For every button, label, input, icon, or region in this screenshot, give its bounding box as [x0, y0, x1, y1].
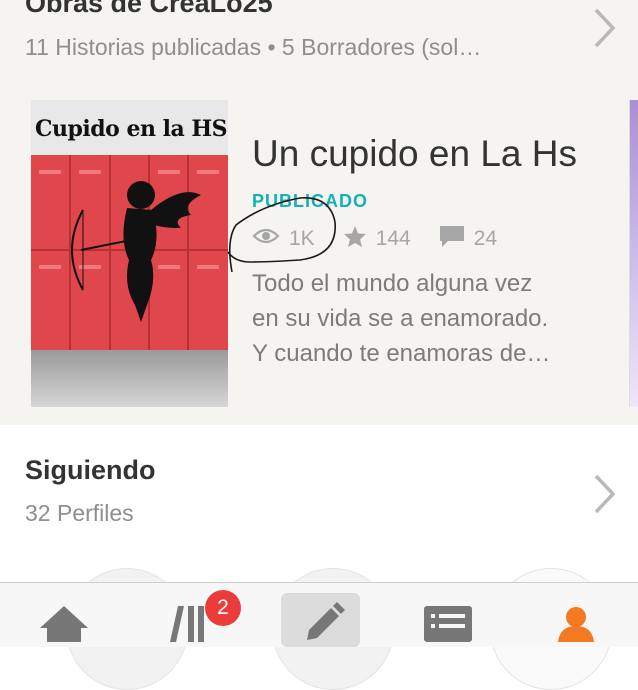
library-badge: 2 — [205, 590, 241, 626]
reads-stat: 1K — [252, 226, 315, 252]
description-line: en su vida se a enamorado. — [252, 305, 549, 332]
chevron-right-icon[interactable] — [588, 6, 618, 50]
tab-write[interactable] — [281, 593, 360, 647]
works-subtitle: 11 Historias publicadas • 5 Borradores (… — [25, 34, 482, 60]
cover-title: Cupido en la HS — [35, 116, 228, 142]
chevron-right-icon[interactable] — [588, 472, 618, 516]
following-subtitle: 32 Perfiles — [25, 500, 134, 526]
description-line: Y cuando te enamoras de… — [252, 340, 551, 367]
votes-stat: 144 — [343, 225, 411, 254]
tab-messages[interactable] — [410, 583, 486, 647]
bottom-tab-bar — [0, 582, 638, 647]
story-stats: 1K 144 24 — [252, 225, 525, 254]
description-line: Todo el mundo alguna vez — [252, 270, 533, 297]
works-section: Obras de CreaLo25 11 Historias publicada… — [0, 0, 638, 425]
star-icon — [343, 225, 376, 254]
status-badge: PUBLICADO — [252, 191, 368, 211]
profile-icon — [550, 602, 602, 647]
pencil-icon — [295, 602, 347, 647]
story-title[interactable]: Un cupido en La Hs — [252, 133, 577, 175]
tab-profile[interactable] — [540, 583, 612, 647]
messages-icon — [422, 602, 474, 647]
votes-count: 144 — [375, 227, 411, 250]
reads-count: 1K — [289, 227, 315, 250]
comments-stat: 24 — [439, 225, 497, 254]
home-icon — [38, 604, 90, 647]
tab-home[interactable] — [28, 583, 100, 647]
story-description: Todo el mundo alguna vez en su vida se a… — [252, 266, 582, 371]
comments-count: 24 — [473, 227, 498, 250]
following-title[interactable]: Siguiendo — [25, 455, 156, 486]
comment-icon — [439, 225, 474, 254]
works-title[interactable]: Obras de CreaLo25 — [25, 0, 273, 19]
eye-icon — [252, 226, 289, 252]
story-cover[interactable]: Cupido en la HS — [31, 100, 228, 407]
next-story-cover[interactable] — [629, 100, 638, 407]
